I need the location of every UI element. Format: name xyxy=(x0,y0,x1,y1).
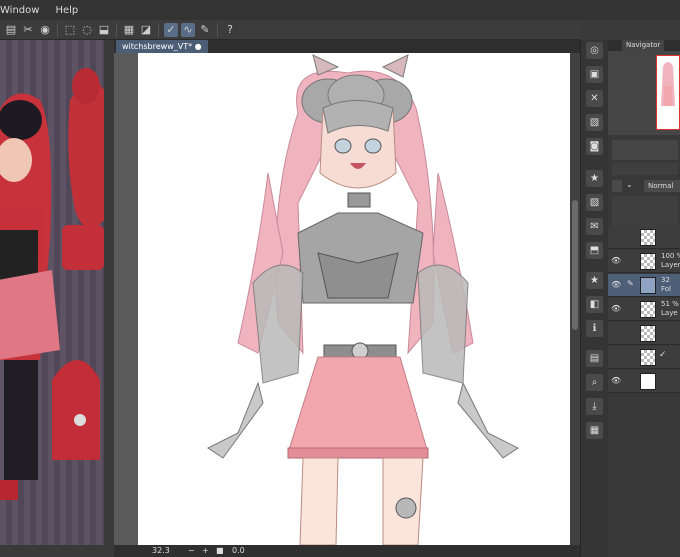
layer-row[interactable]: ✓ xyxy=(608,346,680,369)
toolbar-divider xyxy=(57,22,58,37)
grid-panel-icon[interactable]: ▦ xyxy=(586,422,603,439)
layer-panel-icons xyxy=(612,163,678,175)
blend-mode-select[interactable]: Normal xyxy=(644,180,680,192)
command-toolbar: ▤ ✂ ◉ ⬚ ◌ ⬓ ▦ ◪ ✓ ∿ ✎ ? xyxy=(0,20,580,40)
rotation-angle[interactable]: 0.0 xyxy=(232,545,245,557)
star-icon[interactable]: ★ xyxy=(586,170,603,187)
layer-row[interactable]: 👁 xyxy=(608,370,680,393)
toolbar-divider xyxy=(116,22,117,37)
menu-help[interactable]: Help xyxy=(47,5,86,16)
material-icon[interactable]: ▨ xyxy=(586,194,603,211)
navigator-thumbnail[interactable] xyxy=(656,55,680,130)
curve-icon[interactable]: ∿ xyxy=(181,22,195,37)
check-icon: ✓ xyxy=(659,350,667,360)
mail-icon[interactable]: ✉ xyxy=(586,218,603,235)
pen-stroke-icon[interactable]: ✓ xyxy=(164,22,178,37)
eye-icon[interactable]: 👁 xyxy=(611,304,621,313)
layer-thumbnail xyxy=(640,229,656,246)
layer-row[interactable] xyxy=(608,322,680,345)
pen-icon[interactable]: ✎ xyxy=(198,23,212,37)
character-sketch-artwork xyxy=(207,54,519,545)
eye-icon[interactable]: 👁 xyxy=(611,256,621,265)
ruler-icon[interactable]: ◪ xyxy=(139,23,153,37)
zoom-in-icon[interactable]: + xyxy=(202,545,209,557)
chevron-down-icon[interactable]: ⌄ xyxy=(626,180,633,189)
layer-panel-toolbar xyxy=(612,140,678,160)
grid-icon[interactable]: ▦ xyxy=(122,23,136,37)
tab-navigator[interactable]: Navigator xyxy=(622,40,665,51)
toolbar-divider xyxy=(217,22,218,37)
fill-icon[interactable]: ◉ xyxy=(38,23,52,37)
download-icon[interactable]: ⤓ xyxy=(586,398,603,415)
save-icon[interactable]: ▣ xyxy=(586,66,603,83)
layers-icon[interactable]: ▤ xyxy=(4,23,18,37)
scrollbar-thumb[interactable] xyxy=(572,200,578,330)
document-tab-title: witchsbreww_VT* xyxy=(122,42,193,51)
fit-icon[interactable]: ■ xyxy=(216,545,224,557)
history-icon[interactable]: ▤ xyxy=(586,350,603,367)
layer-thumbnail xyxy=(640,253,656,270)
drawing-canvas[interactable] xyxy=(138,53,570,545)
reference-image-panel[interactable] xyxy=(0,40,104,545)
eye-icon[interactable]: 👁 xyxy=(611,376,621,385)
delete-icon[interactable]: ✕ xyxy=(586,90,603,107)
camera-icon[interactable]: ◙ xyxy=(586,138,603,155)
select-icon[interactable]: ⬚ xyxy=(63,23,77,37)
cut-icon[interactable]: ✂ xyxy=(21,23,35,37)
transform-icon[interactable]: ⬓ xyxy=(97,23,111,37)
status-bar: 32.3 − + ■ 0.0 xyxy=(114,545,580,557)
layer-property-icons xyxy=(612,196,678,226)
layer-label: 100 %Layer xyxy=(661,252,680,269)
color-swatch[interactable] xyxy=(612,180,622,192)
layer-thumbnail xyxy=(640,301,656,318)
zoom-level[interactable]: 32.3 xyxy=(152,545,170,557)
eye-icon[interactable]: 👁 xyxy=(611,280,621,289)
navigator-preview-art xyxy=(661,62,675,106)
search-icon[interactable]: ⌕ xyxy=(586,374,603,391)
layer-row[interactable] xyxy=(608,226,680,249)
layer-thumbnail xyxy=(640,325,656,342)
folder-icon xyxy=(640,277,656,294)
stack-icon[interactable]: ⬒ xyxy=(586,242,603,259)
adjust-icon[interactable]: ◧ xyxy=(586,296,603,313)
menu-window[interactable]: Window xyxy=(0,5,47,16)
document-tab[interactable]: witchsbreww_VT* ● xyxy=(116,40,208,53)
layer-label: 32 Fol xyxy=(661,276,672,293)
layer-row-folder[interactable]: 👁 ✎ › 32Fol xyxy=(608,274,680,297)
close-tab-icon[interactable]: ● xyxy=(195,42,202,51)
layer-thumbnail xyxy=(640,349,656,366)
lasso-icon[interactable]: ◌ xyxy=(80,23,94,37)
right-command-bar: ◎ ▣ ✕ ▧ ◙ ★ ▨ ✉ ⬒ ★ ◧ ℹ ▤ ⌕ ⤓ ▦ xyxy=(580,40,609,557)
reference-character-art xyxy=(0,40,104,545)
help-icon[interactable]: ? xyxy=(223,23,237,37)
zoom-out-icon[interactable]: − xyxy=(188,545,195,557)
favorite-icon[interactable]: ★ xyxy=(586,272,603,289)
info-icon[interactable]: ℹ xyxy=(586,320,603,337)
toolbar-divider xyxy=(158,22,159,37)
layer-label: 51 % Laye xyxy=(661,300,679,317)
layer-thumbnail xyxy=(640,373,656,390)
pen-icon: ✎ xyxy=(627,279,634,288)
menu-bar: Window Help xyxy=(0,0,680,20)
navigator-icon[interactable]: ◎ xyxy=(586,42,603,59)
layer-row[interactable]: 👁 100 %Layer xyxy=(608,250,680,273)
image-icon[interactable]: ▧ xyxy=(586,114,603,131)
layer-row[interactable]: 👁 51 % Laye xyxy=(608,298,680,321)
